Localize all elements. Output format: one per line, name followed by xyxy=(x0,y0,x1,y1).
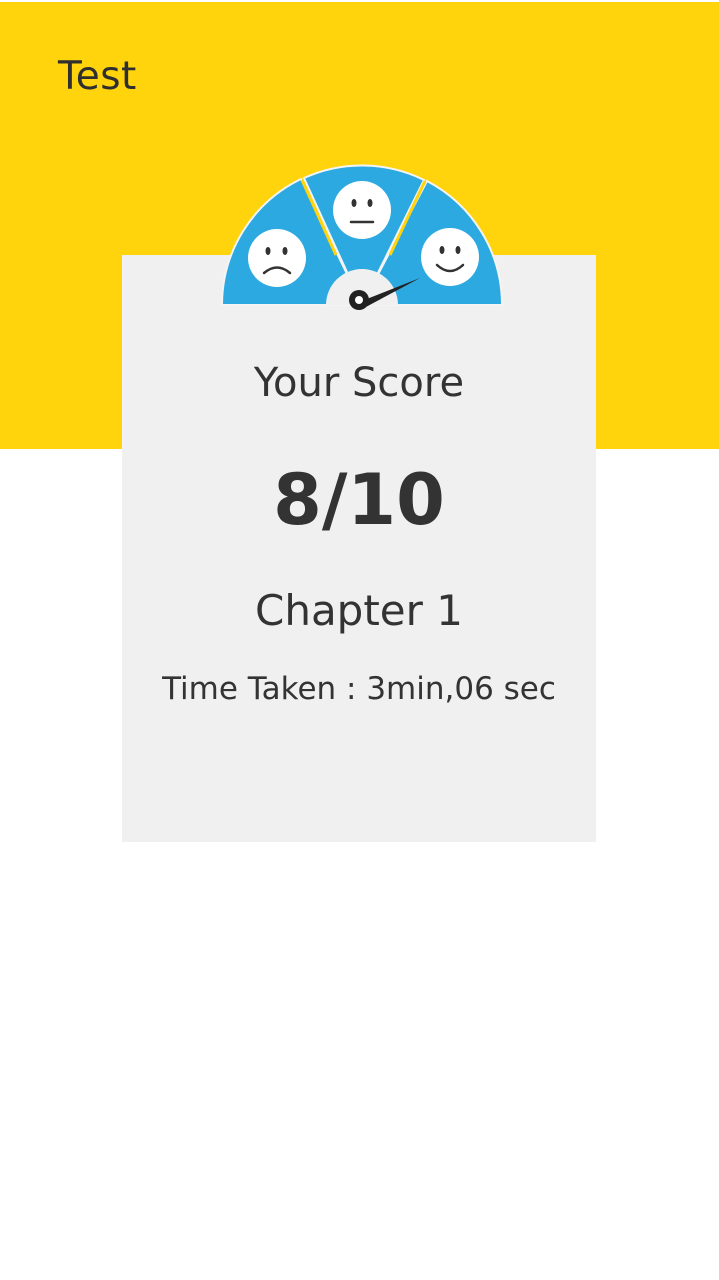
happy-face-icon xyxy=(421,228,479,286)
score-value: 8/10 xyxy=(273,459,445,541)
score-meter xyxy=(220,164,504,310)
score-card xyxy=(122,255,596,842)
chapter-label: Chapter 1 xyxy=(255,586,463,635)
time-taken: Time Taken : 3min,06 sec xyxy=(162,671,556,707)
page-title: Test xyxy=(58,54,137,99)
score-label: Your Score xyxy=(253,360,465,406)
sad-face-icon xyxy=(248,229,306,287)
neutral-face-icon xyxy=(333,181,391,239)
